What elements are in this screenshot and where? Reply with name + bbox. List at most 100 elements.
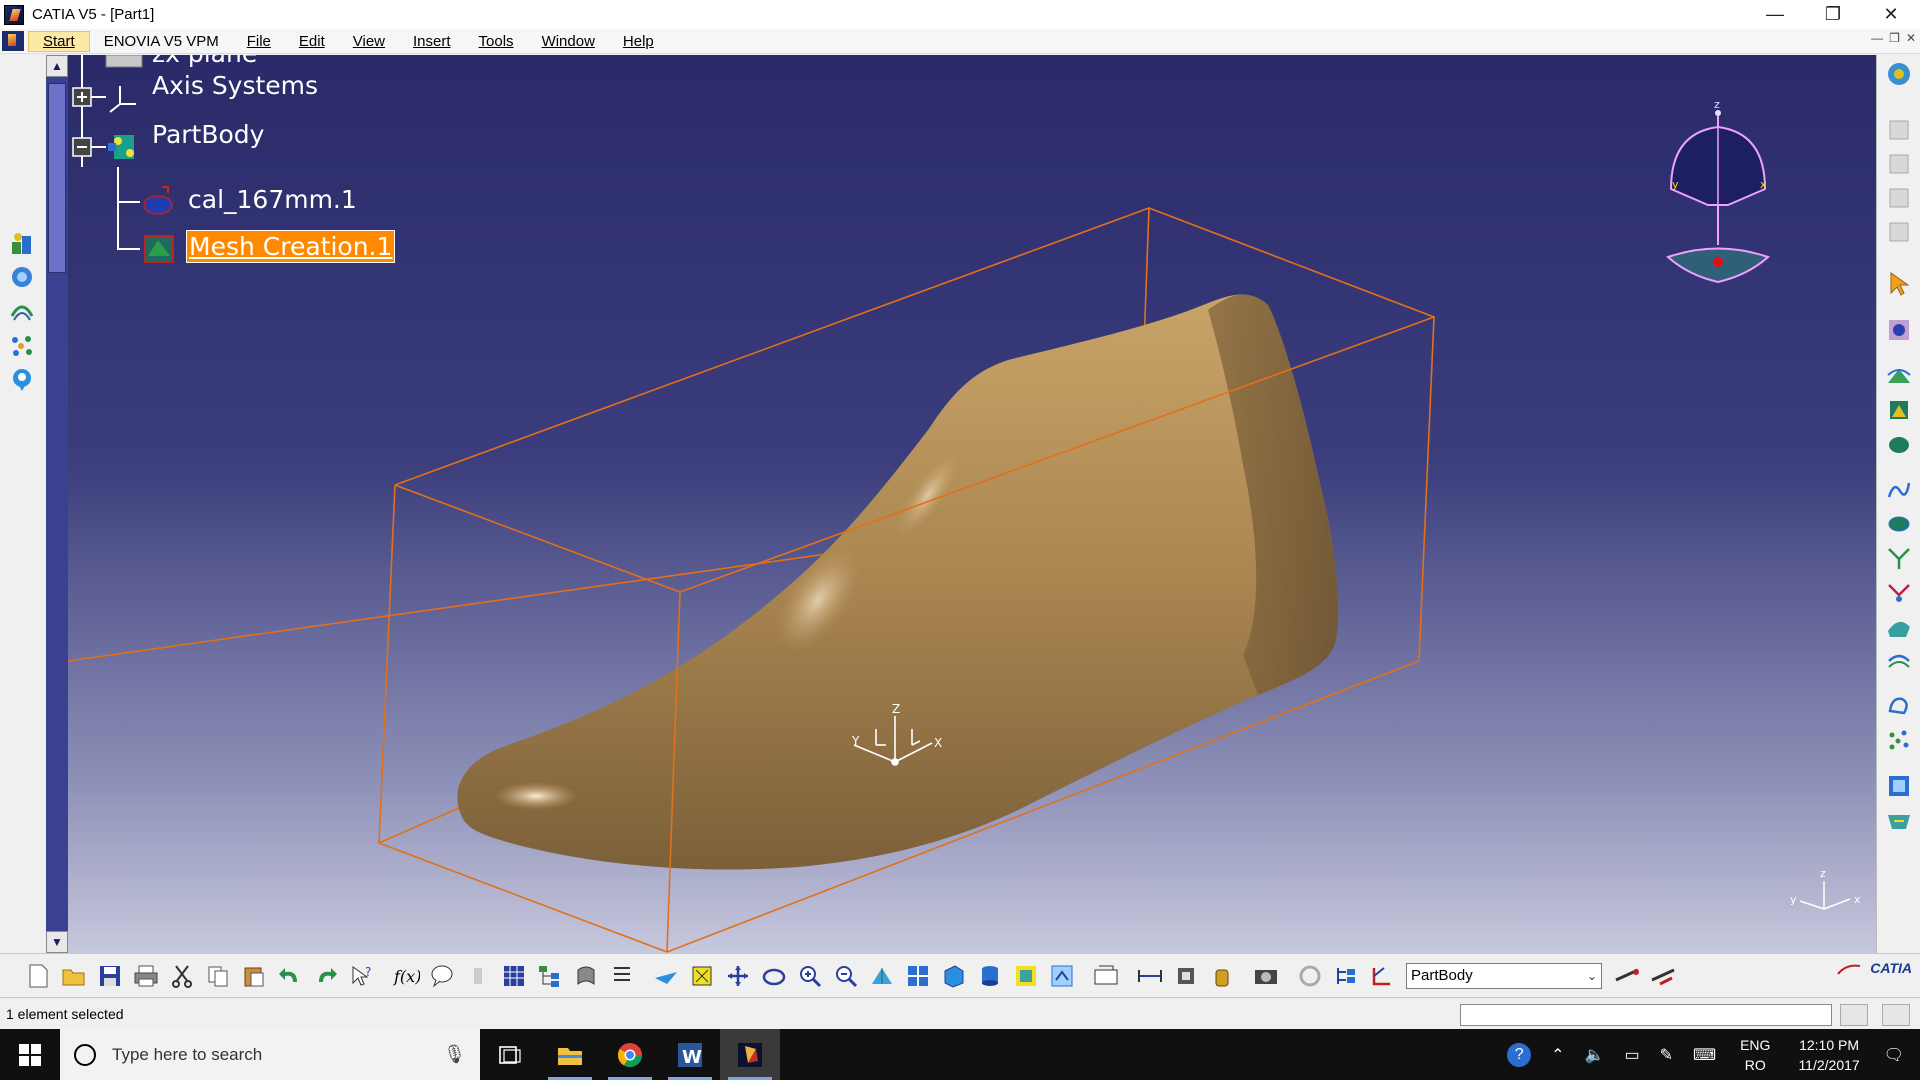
cloud-import-icon[interactable]: [7, 262, 37, 292]
catia-taskbar-icon[interactable]: [720, 1029, 780, 1080]
taskbar-search-box[interactable]: Type here to search 🎙: [60, 1029, 480, 1080]
menu-enovia[interactable]: ENOVIA V5 VPM: [90, 33, 233, 50]
3d-viewport[interactable]: zx plane Axis Systems PartBody cal_167mm…: [68, 55, 1876, 953]
menu-help[interactable]: Help: [609, 33, 668, 50]
paste-icon[interactable]: [238, 960, 270, 992]
chrome-taskbar-icon[interactable]: [600, 1029, 660, 1080]
surface-icon[interactable]: [1883, 611, 1915, 641]
knowledge-disabled-icon[interactable]: [462, 960, 494, 992]
swap-space-icon[interactable]: [1046, 960, 1078, 992]
zoom-out-icon[interactable]: [830, 960, 862, 992]
catalog-icon[interactable]: [570, 960, 602, 992]
menu-window[interactable]: Window: [528, 33, 609, 50]
define-work-object-icon[interactable]: [1366, 960, 1398, 992]
volume-icon[interactable]: 🔈: [1585, 1045, 1605, 1065]
sketch-disabled-icon[interactable]: [1883, 115, 1915, 145]
file-explorer-taskbar-icon[interactable]: [540, 1029, 600, 1080]
sketch-tracer-icon[interactable]: [7, 228, 37, 258]
document-menu-icon[interactable]: [2, 31, 24, 51]
redo-icon[interactable]: [310, 960, 342, 992]
normal-view-icon[interactable]: [866, 960, 898, 992]
pen-icon[interactable]: ✎: [1660, 1045, 1673, 1065]
workbench-icon[interactable]: [1883, 59, 1915, 89]
tree-expand-icon[interactable]: [1330, 960, 1362, 992]
menu-tools[interactable]: Tools: [465, 33, 528, 50]
distance-analysis-icon[interactable]: [1883, 805, 1915, 835]
restore-button[interactable]: ❐: [1804, 0, 1862, 29]
update-icon[interactable]: [1294, 960, 1326, 992]
undo-icon[interactable]: [274, 960, 306, 992]
minimize-button[interactable]: —: [1746, 0, 1804, 29]
help-icon[interactable]: ?: [1507, 1042, 1532, 1067]
planar-section-icon[interactable]: [1883, 509, 1915, 539]
cloud-edit-icon[interactable]: [1883, 315, 1915, 345]
scroll-down-icon[interactable]: ▼: [46, 931, 68, 953]
fit-all-icon[interactable]: [686, 960, 718, 992]
measure-item-icon[interactable]: [1170, 960, 1202, 992]
pan-icon[interactable]: [722, 960, 754, 992]
power-input-ok-button[interactable]: [1840, 1004, 1868, 1026]
offset-mesh-icon[interactable]: [1883, 395, 1915, 425]
rotate-icon[interactable]: [758, 960, 790, 992]
scan-section-icon[interactable]: [1883, 543, 1915, 573]
menu-insert[interactable]: Insert: [399, 33, 465, 50]
microphone-icon[interactable]: 🎙: [443, 1044, 466, 1065]
power-input-cancel-button[interactable]: [1882, 1004, 1910, 1026]
shading-icon[interactable]: [974, 960, 1006, 992]
menu-file[interactable]: File: [233, 33, 285, 50]
plane-disabled-icon[interactable]: [1883, 149, 1915, 179]
mesh-creation-icon[interactable]: [1883, 361, 1915, 391]
power-fit-icon[interactable]: [1883, 645, 1915, 675]
select-arrow-icon[interactable]: [1883, 269, 1915, 299]
save-icon[interactable]: [94, 960, 126, 992]
clock[interactable]: 12:10 PM 11/2/2017: [1798, 1035, 1859, 1075]
scroll-up-icon[interactable]: ▲: [46, 55, 68, 77]
points-icon[interactable]: [7, 330, 37, 360]
tree-scrollbar[interactable]: ▲ ▼: [46, 55, 68, 953]
doc-minimize-button[interactable]: —: [1871, 31, 1883, 45]
menu-start[interactable]: Start: [28, 30, 90, 52]
knowledge-icon[interactable]: [7, 364, 37, 394]
fly-mode-icon[interactable]: [650, 960, 682, 992]
notifications-icon[interactable]: 🗨: [1884, 1045, 1904, 1065]
zoom-in-icon[interactable]: [794, 960, 826, 992]
rough-offset-icon[interactable]: [1883, 429, 1915, 459]
close-button[interactable]: ✕: [1862, 0, 1920, 29]
whats-this-icon[interactable]: ?: [346, 960, 378, 992]
hide-show-icon[interactable]: [1010, 960, 1042, 992]
windows-start-button[interactable]: [0, 1029, 60, 1080]
print-icon[interactable]: [130, 960, 162, 992]
analysis-icon[interactable]: [1883, 771, 1915, 801]
free-edges-icon[interactable]: [1883, 577, 1915, 607]
curve-from-scan-icon[interactable]: [1883, 475, 1915, 505]
comment-icon[interactable]: [426, 960, 458, 992]
menu-view[interactable]: View: [339, 33, 399, 50]
curvature-icon[interactable]: [1883, 691, 1915, 721]
scroll-thumb[interactable]: [48, 83, 66, 273]
current-body-combo[interactable]: PartBody ⌄: [1406, 962, 1602, 989]
formula-icon[interactable]: f(x): [390, 960, 422, 992]
catalog-browser-icon[interactable]: [1648, 960, 1680, 992]
keyboard-icon[interactable]: ⌨: [1693, 1045, 1716, 1065]
battery-icon[interactable]: ▭: [1624, 1045, 1639, 1065]
measure-inertia-icon[interactable]: [1206, 960, 1238, 992]
cut-icon[interactable]: [166, 960, 198, 992]
tree-structure-icon[interactable]: [534, 960, 566, 992]
chevron-up-icon[interactable]: ⌃: [1551, 1045, 1564, 1065]
iso-view-icon[interactable]: [938, 960, 970, 992]
cloud-points-tool-icon[interactable]: [1883, 725, 1915, 755]
table-icon[interactable]: [498, 960, 530, 992]
tools-palette-icon[interactable]: [1612, 960, 1644, 992]
shape-design-icon[interactable]: [7, 296, 37, 326]
menu-edit[interactable]: Edit: [285, 33, 339, 50]
positioned-disabled-icon[interactable]: [1883, 183, 1915, 213]
word-taskbar-icon[interactable]: W: [660, 1029, 720, 1080]
language-indicator[interactable]: ENG RO: [1740, 1035, 1770, 1075]
chevron-down-icon[interactable]: ⌄: [1587, 969, 1597, 983]
open-file-icon[interactable]: [58, 960, 90, 992]
output-disabled-icon[interactable]: [1883, 217, 1915, 247]
multi-view-icon[interactable]: [902, 960, 934, 992]
doc-close-button[interactable]: ✕: [1906, 31, 1916, 45]
task-view-button[interactable]: [480, 1029, 540, 1080]
doc-restore-button[interactable]: ❐: [1889, 31, 1900, 45]
